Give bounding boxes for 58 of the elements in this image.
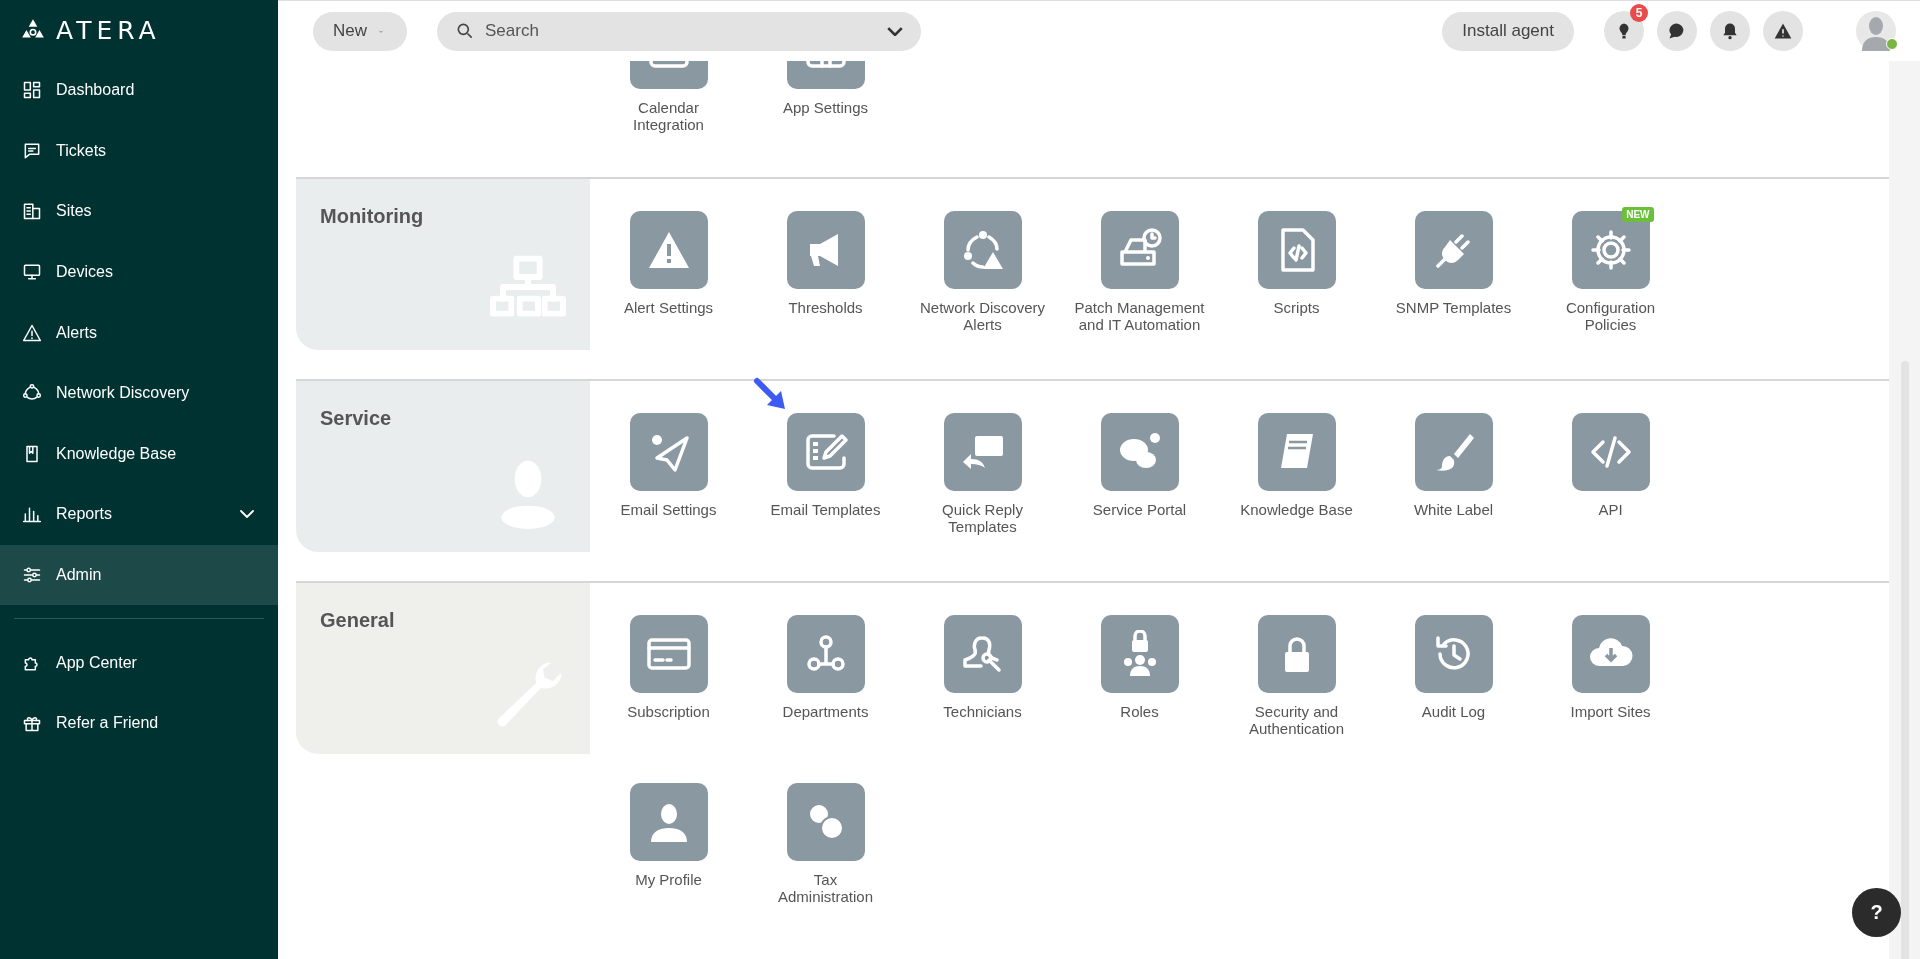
- admin-tile[interactable]: API: [1532, 381, 1689, 518]
- admin-tile[interactable]: Tax Administration: [747, 751, 904, 905]
- sidebar-item[interactable]: Admin: [0, 544, 278, 606]
- sidebar-item[interactable]: Dashboard: [0, 60, 278, 121]
- admin-tile[interactable]: Email Settings: [590, 381, 747, 518]
- bell-button[interactable]: [1710, 11, 1750, 51]
- admin-tile[interactable]: Network Discovery Alerts: [904, 179, 1061, 333]
- warning-button[interactable]: [1763, 11, 1803, 51]
- help-button[interactable]: ?: [1852, 888, 1901, 937]
- sidebar-item[interactable]: Refer a Friend: [0, 692, 278, 754]
- sidebar-item[interactable]: Knowledge Base: [0, 423, 278, 485]
- admin-tile[interactable]: Thresholds: [747, 179, 904, 316]
- sidebar-item[interactable]: App Center: [0, 632, 278, 693]
- scrollbar-thumb[interactable]: [1900, 361, 1909, 959]
- bar-chart-icon: [22, 504, 42, 525]
- sidebar-item[interactable]: Alerts: [0, 302, 278, 363]
- warning-icon: [22, 322, 42, 343]
- admin-tile[interactable]: Patch Management and IT Automation: [1061, 179, 1218, 333]
- sidebar-item[interactable]: Reports: [0, 484, 278, 545]
- new-badge: NEW: [1622, 207, 1654, 222]
- admin-tile[interactable]: Knowledge Base: [1218, 381, 1375, 518]
- admin-tile[interactable]: Scripts: [1218, 179, 1375, 316]
- sidebar-item[interactable]: Network Discovery: [0, 362, 278, 424]
- warning-icon: [1773, 21, 1793, 41]
- sidebar-item[interactable]: Devices: [0, 241, 278, 303]
- admin-tile[interactable]: App Settings: [747, 61, 904, 116]
- install-agent-button[interactable]: Install agent: [1442, 11, 1574, 51]
- new-button[interactable]: New: [313, 11, 407, 51]
- search-icon: [455, 21, 475, 41]
- logo-wordmark[interactable]: ATERA: [56, 15, 161, 45]
- admin-tile[interactable]: Security and Authentication: [1218, 583, 1375, 737]
- admin-tile[interactable]: Calendar Integration: [590, 61, 747, 133]
- search-field[interactable]: Search: [437, 11, 921, 51]
- building-icon: [22, 201, 42, 222]
- admin-tile[interactable]: Technicians: [904, 583, 1061, 720]
- notification-count: 5: [1630, 4, 1648, 22]
- sidebar-item[interactable]: Sites: [0, 181, 278, 242]
- admin-tile[interactable]: SNMP Templates: [1375, 179, 1532, 316]
- section-title: General: [320, 609, 396, 632]
- chevron-down-icon: [240, 510, 254, 519]
- admin-tile[interactable]: Audit Log: [1375, 583, 1532, 720]
- admin-tile[interactable]: Roles: [1061, 583, 1218, 720]
- admin-tile[interactable]: White Label: [1375, 381, 1532, 518]
- admin-tile[interactable]: Departments: [747, 583, 904, 720]
- grid-icon: [22, 80, 42, 101]
- admin-tile[interactable]: NEW Configuration Policies: [1532, 179, 1689, 333]
- section-title: Service: [320, 407, 393, 430]
- section-title: Monitoring: [320, 205, 425, 228]
- admin-tile[interactable]: Service Portal: [1061, 381, 1218, 518]
- admin-tile[interactable]: Quick Reply Templates: [904, 381, 1061, 535]
- chevron-down-icon: [887, 26, 903, 36]
- admin-tile[interactable]: My Profile: [590, 751, 747, 888]
- admin-tile[interactable]: Email Templates: [747, 381, 904, 518]
- chat-button[interactable]: [1657, 11, 1697, 51]
- sidebar-item[interactable]: Tickets: [0, 120, 278, 182]
- admin-tile[interactable]: Alert Settings: [590, 179, 747, 316]
- admin-tile[interactable]: Import Sites: [1532, 583, 1689, 720]
- admin-tile[interactable]: Subscription: [590, 583, 747, 720]
